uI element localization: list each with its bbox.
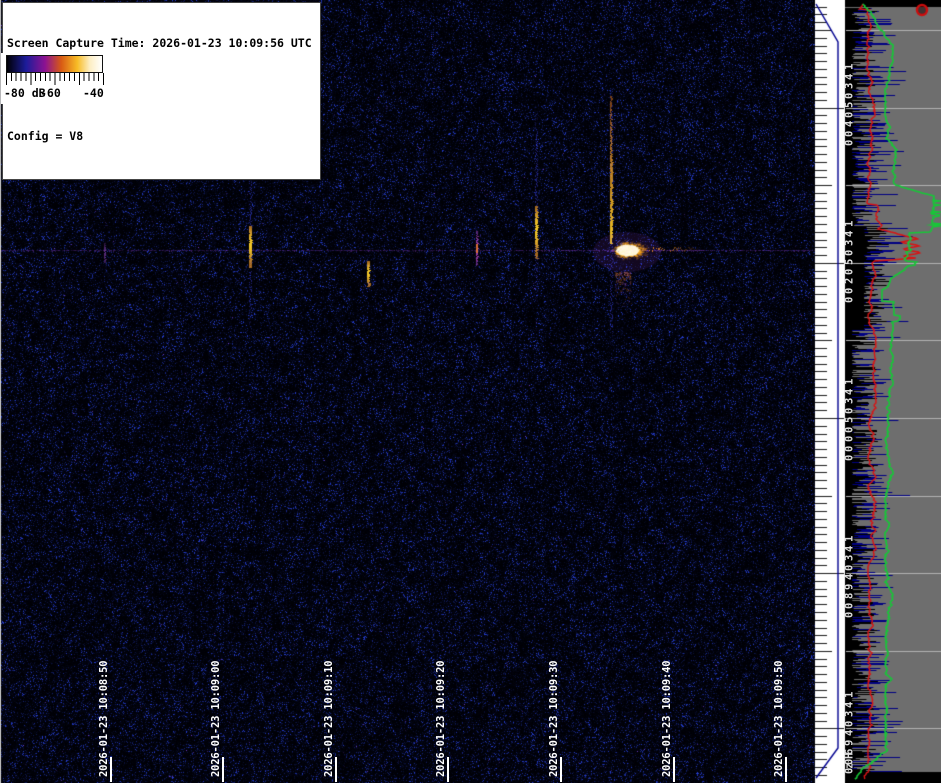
freq-axis-label: 143049800 <box>844 534 856 620</box>
colorbar-major-ticks <box>6 73 104 85</box>
colorbar-gradient <box>6 55 103 73</box>
freq-axis-label: 143050000 <box>844 377 856 463</box>
time-axis-tick <box>447 757 449 782</box>
amplitude-colorbar: -80 dB -60 -40 <box>1 53 108 104</box>
time-axis-label: 2026-01-23 10:08:50 <box>98 661 110 777</box>
time-axis-tick <box>222 757 224 782</box>
colorbar-label-40db: -40 <box>83 86 104 100</box>
capture-time-text: Screen Capture Time: 2026-01-23 10:09:56… <box>7 36 316 52</box>
time-axis-tick <box>110 757 112 782</box>
colorbar-label-60db: -60 <box>40 86 61 100</box>
time-axis-label: 2026-01-23 10:09:00 <box>210 661 222 777</box>
freq-axis-unit: Hz <box>844 751 856 770</box>
time-axis-label: 2026-01-23 10:09:40 <box>661 661 673 777</box>
time-axis-tick <box>785 757 787 782</box>
time-axis-label: 2026-01-23 10:09:50 <box>773 661 785 777</box>
config-text: Config = V8 <box>7 129 316 145</box>
time-axis-tick <box>335 757 337 782</box>
time-axis-label: 2026-01-23 10:09:30 <box>548 661 560 777</box>
spectrum-lab-window: Screen Capture Time: 2026-01-23 10:09:56… <box>0 0 941 783</box>
time-axis-label: 2026-01-23 10:09:10 <box>323 661 335 777</box>
time-axis-tick <box>673 757 675 782</box>
time-axis-tick <box>560 757 562 782</box>
time-axis-label: 2026-01-23 10:09:20 <box>435 661 447 777</box>
freq-axis-label: 143050400 <box>844 62 856 148</box>
freq-axis-label: 143050200 <box>844 219 856 305</box>
